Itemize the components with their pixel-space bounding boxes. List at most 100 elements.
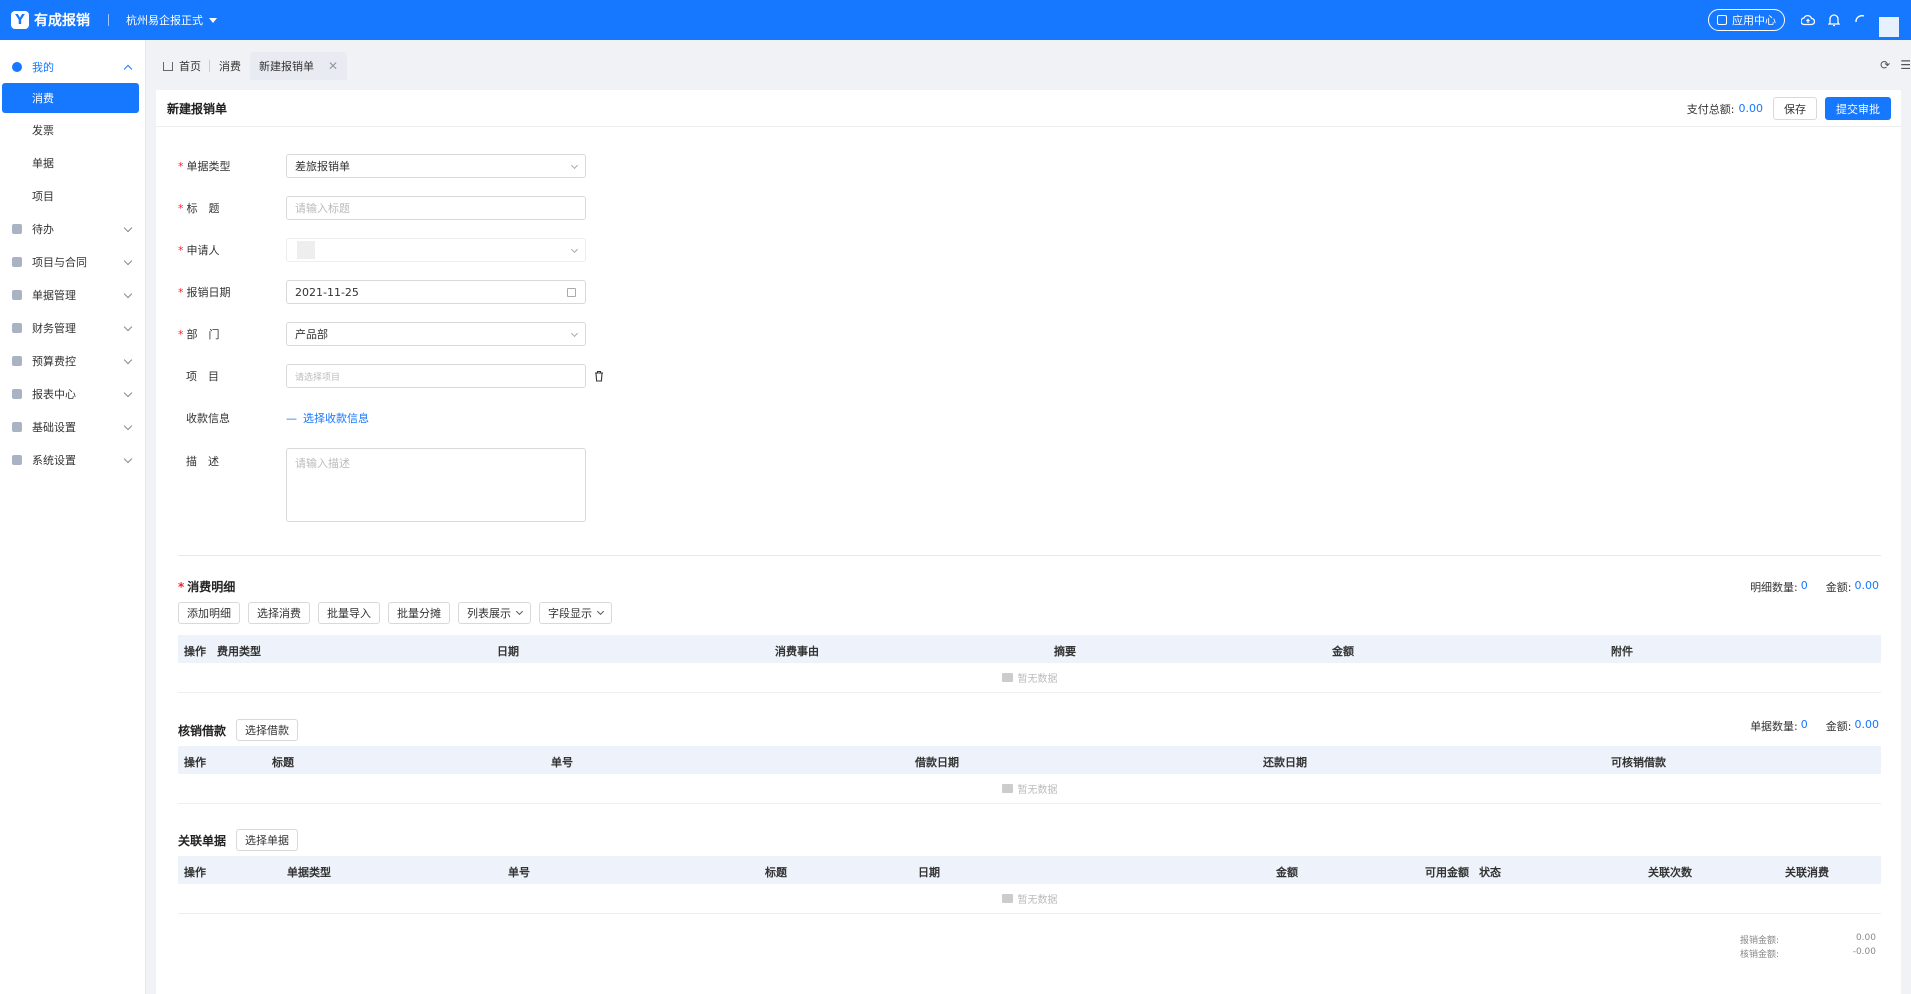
save-button[interactable]: 保存: [1773, 97, 1817, 120]
reimburse-label: 报销金额:: [1740, 936, 1780, 946]
consumption-toolbar: 添加明细 选择消费 批量导入 批量分摊 列表展示 字段显示: [178, 602, 620, 624]
select-document-button[interactable]: 选择单据: [236, 829, 299, 851]
pay-total-label: 支付总额:: [1686, 102, 1735, 116]
chevron-down-icon: [596, 607, 605, 616]
menu-group-label: 财务管理: [32, 321, 76, 335]
reimburse-value: 0.00: [1855, 933, 1876, 943]
form-row-dept: * 部 门 产品部: [178, 322, 658, 346]
count-value: 0: [1800, 579, 1808, 592]
empty-text: 暂无数据: [1017, 895, 1058, 906]
close-icon[interactable]: ✕: [328, 59, 338, 73]
app-logo[interactable]: Y 有成报销: [11, 10, 90, 30]
document-icon: [12, 289, 22, 300]
app-center-button[interactable]: 应用中心: [1708, 9, 1785, 31]
section-title-text: 消费明细: [187, 580, 236, 594]
system-icon: [12, 454, 22, 465]
writeoff-value: -0.00: [1852, 947, 1876, 957]
menu-group-projects-contracts[interactable]: 项目与合同: [0, 245, 145, 278]
field-label: 项 目: [186, 370, 219, 383]
consumption-summary: 明细数量: 0 金额: 0.00: [1750, 579, 1879, 595]
button-label: 列表展示: [467, 607, 511, 620]
home-icon: [163, 61, 173, 71]
sidebar-item-documents[interactable]: 单据: [0, 146, 145, 179]
dept-select[interactable]: 产品部: [286, 322, 586, 346]
user-avatar[interactable]: [1879, 17, 1899, 37]
add-detail-button[interactable]: 添加明细: [178, 602, 240, 624]
chevron-down-icon: [123, 454, 133, 464]
amount-totals: 报销金额: 0.00 核销金额: -0.00: [1740, 933, 1876, 961]
field-display-button[interactable]: 字段显示: [539, 602, 612, 624]
select-loan-button[interactable]: 选择借款: [236, 719, 299, 741]
column-header: 日期: [497, 645, 519, 658]
refresh-icon[interactable]: ⟳: [1880, 58, 1890, 72]
menu-group-label: 待办: [32, 222, 54, 236]
writeoff-label: 核销金额:: [1740, 950, 1780, 960]
chevron-down-icon: [123, 388, 133, 398]
empty-text: 暂无数据: [1017, 785, 1058, 796]
column-header: 可核销借款: [1611, 756, 1666, 769]
project-input[interactable]: 请选择项目: [286, 364, 586, 388]
form-row-applicant: * 申请人: [178, 238, 658, 262]
tab-new-reimbursement[interactable]: 新建报销单 ✕: [250, 52, 348, 80]
chevron-down-icon: [123, 223, 133, 233]
chevron-down-icon: [123, 256, 133, 266]
field-label: 收款信息: [186, 412, 230, 425]
menu-group-mine[interactable]: 我的: [0, 50, 145, 83]
related-section-title: 关联单据 选择单据: [178, 829, 306, 851]
tab-home[interactable]: 首页: [154, 52, 210, 80]
menu-group-finance[interactable]: 财务管理: [0, 311, 145, 344]
batch-import-button[interactable]: 批量导入: [318, 602, 380, 624]
todo-icon: [12, 223, 22, 234]
sidebar-item-invoice[interactable]: 发票: [0, 113, 145, 146]
company-switcher[interactable]: 杭州易企报正式: [126, 12, 217, 28]
applicant-select[interactable]: [286, 238, 586, 262]
batch-allocate-button[interactable]: 批量分摊: [388, 602, 450, 624]
column-header: 单据类型: [287, 866, 331, 879]
menu-group-basic-settings[interactable]: 基础设置: [0, 410, 145, 443]
date-picker[interactable]: 2021-11-25: [286, 280, 586, 304]
calendar-icon: [567, 288, 576, 297]
menu-group-todo[interactable]: 待办: [0, 212, 145, 245]
required-mark: *: [178, 159, 184, 173]
empty-text: 暂无数据: [1017, 674, 1058, 685]
title-input[interactable]: 请输入标题: [286, 196, 586, 220]
finance-icon: [12, 322, 22, 333]
required-mark: *: [178, 285, 184, 299]
date-value: 2021-11-25: [295, 285, 359, 299]
menu-group-budget[interactable]: 预算费控: [0, 344, 145, 377]
menu-group-system-settings[interactable]: 系统设置: [0, 443, 145, 476]
field-label: 单据类型: [186, 160, 231, 173]
list-view-button[interactable]: 列表展示: [458, 602, 531, 624]
menu-icon[interactable]: ☰: [1900, 58, 1911, 72]
column-header: 关联次数: [1648, 866, 1692, 879]
menu-group-doc-management[interactable]: 单据管理: [0, 278, 145, 311]
loans-empty-state: 暂无数据: [178, 774, 1881, 804]
top-bar: Y 有成报销 杭州易企报正式 应用中心: [0, 0, 1911, 40]
doc-type-select[interactable]: 差旅报销单: [286, 154, 586, 178]
menu-group-label: 基础设置: [32, 420, 76, 434]
section-title-text: 关联单据: [178, 833, 227, 848]
bell-icon[interactable]: [1827, 13, 1841, 27]
column-header: 日期: [918, 866, 940, 879]
tab-label: 首页: [179, 60, 201, 73]
chevron-down-icon: [570, 329, 579, 338]
chevron-down-icon: [123, 421, 133, 431]
desc-textarea[interactable]: 请输入描述: [286, 448, 586, 522]
chevron-down-icon: [515, 607, 524, 616]
tab-consumption[interactable]: 消费: [210, 52, 250, 80]
menu-group-label: 我的: [32, 60, 54, 74]
submit-approval-button[interactable]: 提交审批: [1825, 97, 1891, 120]
section-divider: [178, 555, 1881, 556]
select-payee-link[interactable]: 选择收款信息: [303, 410, 369, 426]
fullscreen-icon[interactable]: [1853, 13, 1867, 27]
trash-icon[interactable]: [594, 370, 604, 382]
cloud-upload-icon[interactable]: [1801, 13, 1815, 27]
select-consumption-button[interactable]: 选择消费: [248, 602, 310, 624]
menu-group-label: 系统设置: [32, 453, 76, 467]
menu-group-reports[interactable]: 报表中心: [0, 377, 145, 410]
column-header: 摘要: [1054, 645, 1076, 658]
contract-icon: [12, 256, 22, 267]
sidebar-item-projects[interactable]: 项目: [0, 179, 145, 212]
sidebar-item-consumption[interactable]: 消费: [2, 83, 139, 113]
pay-total-value: 0.00: [1738, 102, 1764, 115]
